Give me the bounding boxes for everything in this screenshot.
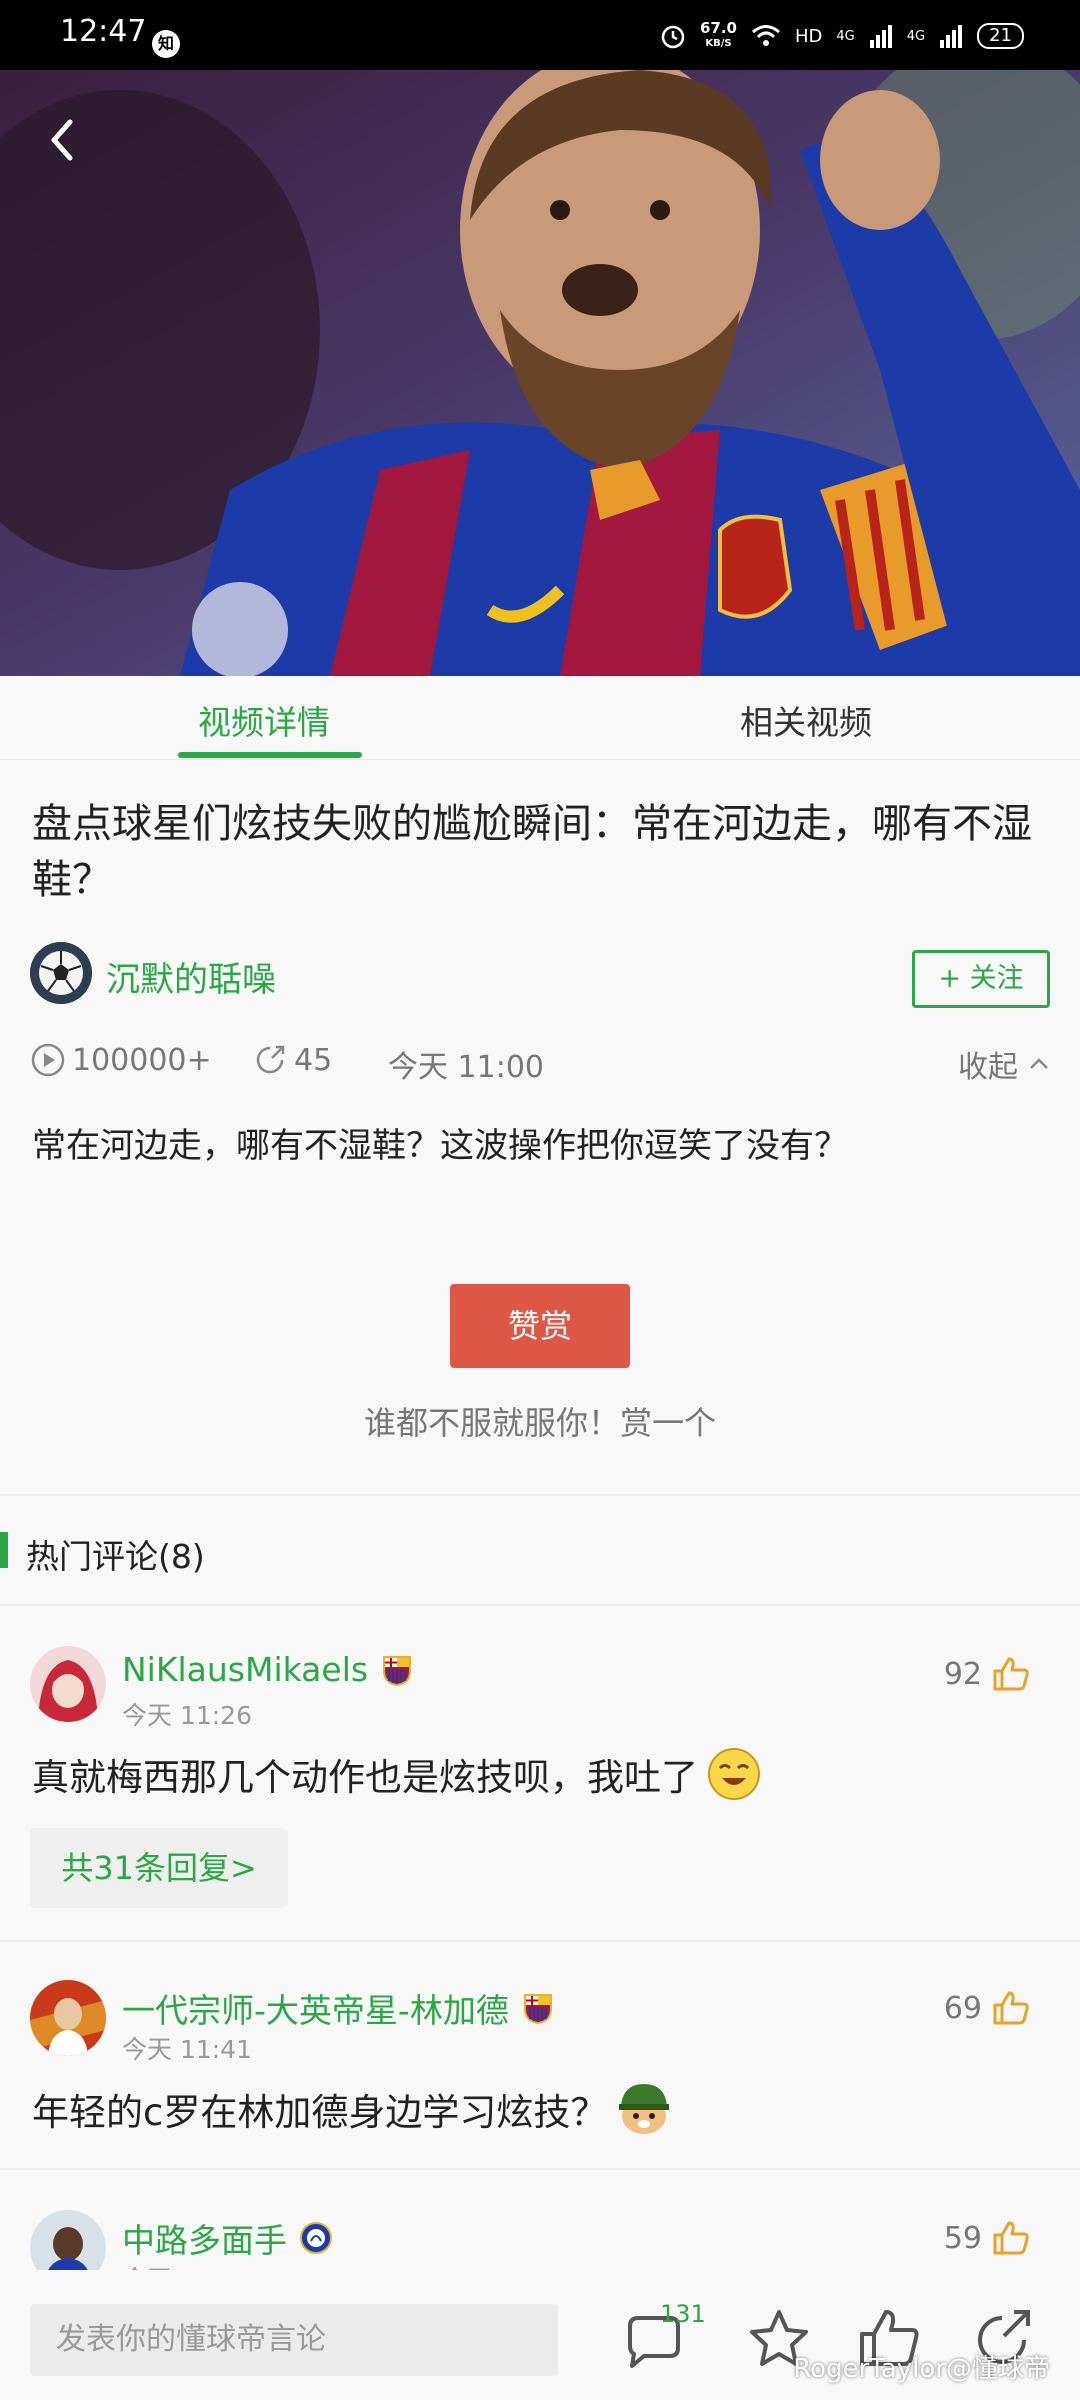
section-accent-bar	[0, 1532, 8, 1568]
thumbs-up-icon	[993, 1991, 1029, 2025]
divider	[0, 1604, 1080, 1606]
commenter-name[interactable]: 中路多面手	[122, 2214, 333, 2262]
sim2-4g-label: 4G	[906, 28, 926, 44]
like-count: 59	[943, 2220, 982, 2256]
status-indicators: 67.0 KB/S HD 4G 4G 21	[660, 20, 1024, 52]
tab-related-videos[interactable]: 相关视频	[740, 696, 872, 744]
author-name[interactable]: 沉默的聒噪	[106, 952, 276, 1001]
video-frame-image	[0, 70, 1080, 676]
like-count: 69	[943, 1990, 982, 2026]
video-title: 盘点球星们炫技失败的尴尬瞬间：常在河边走，哪有不湿鞋？	[32, 801, 1032, 903]
hd-indicator: HD	[794, 25, 823, 47]
share-icon	[256, 1045, 285, 1074]
divider	[0, 1940, 1080, 1942]
alarm-icon	[661, 25, 685, 49]
soccer-ball-icon	[30, 942, 92, 1004]
bottom-action-bar: 发表你的懂球帝言论 131 RogerTaylor@懂球帝	[0, 2270, 1080, 2400]
status-bar: 12:47 知 67.0 KB/S HD 4G 4G 21	[0, 0, 1080, 70]
commenter-name[interactable]: 一代宗师-大英帝星-林加德	[122, 1984, 555, 2032]
thumbs-up-icon	[993, 2221, 1029, 2255]
comment-count-badge: 131	[660, 2300, 706, 2328]
battery-icon: 21	[977, 23, 1024, 49]
author-avatar[interactable]	[30, 942, 92, 1004]
hot-comments-header: 热门评论(8)	[0, 1494, 1080, 1606]
comment-like-button[interactable]: 92	[944, 1656, 1030, 1692]
commenter-avatar[interactable]	[30, 1980, 106, 2056]
collapse-label: 收起	[958, 1050, 1018, 1085]
back-arrow-icon[interactable]	[38, 110, 88, 170]
collapse-toggle[interactable]: 收起	[958, 1042, 1050, 1086]
video-description: 常在河边走，哪有不湿鞋？这波操作把你逗笑了没有？	[32, 1126, 848, 1166]
comment-text: 年轻的c罗在林加德身边学习炫技？	[32, 2080, 673, 2138]
like-count: 92	[943, 1656, 982, 1692]
net-speed: 67.0 KB/S	[699, 19, 737, 49]
comment-like-button[interactable]: 69	[944, 1990, 1030, 2026]
player-avatar-image	[30, 2210, 106, 2270]
doge-helmet-emoji-icon	[619, 2084, 670, 2134]
player-avatar-image	[30, 1980, 106, 2056]
share-count-value: 45	[294, 1042, 333, 1078]
zhihu-notification-icon: 知	[152, 30, 180, 58]
barcelona-badge-icon	[523, 1994, 552, 2025]
reward-button[interactable]: 赞赏	[450, 1284, 630, 1368]
author-row: 沉默的聒噪 + 关注	[30, 942, 1050, 1012]
chevron-up-icon	[1030, 1058, 1048, 1069]
wifi-icon	[752, 25, 780, 46]
comment-text: 真就梅西那几个动作也是炫技呗，我吐了	[32, 1746, 762, 1802]
comment-like-button[interactable]: 59	[944, 2220, 1030, 2256]
reward-tagline: 谁都不服就服你！赏一个	[363, 1404, 716, 1442]
commenter-avatar[interactable]	[30, 1646, 106, 1722]
comment-item: NiKlausMikaels 今天 11:26 92 真就梅西那几个动作也是炫技…	[0, 1646, 1080, 1936]
play-icon	[31, 1043, 65, 1077]
thumbs-up-icon	[993, 1657, 1029, 1691]
comment-input[interactable]: 发表你的懂球帝言论	[30, 2304, 558, 2376]
chelsea-badge-icon	[300, 2222, 332, 2254]
video-player[interactable]	[0, 70, 1080, 676]
sim1-4g-label: 4G	[836, 28, 855, 44]
share-count: 45	[252, 1042, 332, 1078]
status-time: 12:47	[60, 14, 147, 49]
hot-comments-title: 热门评论(8)	[26, 1537, 205, 1576]
view-replies-button[interactable]: 共31条回复>	[30, 1828, 288, 1908]
comment-time: 今天 11:47	[122, 2260, 252, 2270]
signal-icon	[869, 25, 892, 48]
tab-video-details[interactable]: 视频详情	[198, 696, 330, 744]
publish-time: 今天 11:00	[388, 1050, 544, 1085]
comment-item: 中路多面手 今天 11:47 59	[0, 2210, 1080, 2270]
anime-avatar-image	[30, 1646, 106, 1722]
watermark: RogerTaylor@懂球帝	[793, 2354, 1050, 2384]
comment-time: 今天 11:41	[122, 2035, 252, 2064]
play-count-value: 100000+	[72, 1042, 212, 1078]
signal-icon	[940, 25, 963, 48]
active-tab-indicator	[178, 752, 362, 758]
barcelona-badge-icon	[383, 1655, 412, 1686]
laughing-emoji-icon	[708, 1748, 760, 1800]
detail-tabs: 视频详情 相关视频	[0, 676, 1080, 760]
comment-item: 一代宗师-大英帝星-林加德 今天 11:41 69 年轻的c罗在林加德身边学习炫…	[0, 1980, 1080, 2160]
follow-button[interactable]: + 关注	[912, 950, 1050, 1008]
commenter-name[interactable]: NiKlausMikaels	[122, 1650, 414, 1689]
video-stats: 100000+ 45 今天 11:00 收起	[30, 1038, 1050, 1086]
commenter-avatar[interactable]	[30, 2210, 106, 2270]
play-count: 100000+	[30, 1042, 212, 1078]
comment-time: 今天 11:26	[122, 1701, 252, 1730]
divider	[0, 2168, 1080, 2170]
